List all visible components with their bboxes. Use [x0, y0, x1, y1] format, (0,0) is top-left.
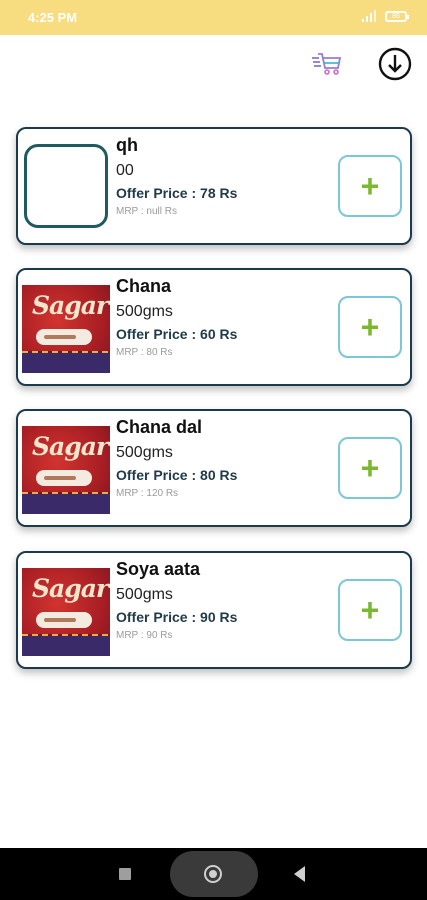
- product-card: Sagar Chana dal 500gms Offer Price : 80 …: [16, 409, 412, 527]
- product-offer-price: Offer Price : 90 Rs: [116, 609, 238, 625]
- product-card: Sagar Chana 500gms Offer Price : 60 Rs M…: [16, 268, 412, 386]
- product-image: Sagar: [22, 285, 110, 373]
- product-name: qh: [116, 135, 138, 155]
- plus-icon: +: [360, 309, 380, 345]
- product-card: Sagar Soya aata 500gms Offer Price : 90 …: [16, 551, 412, 669]
- plus-icon: +: [360, 168, 380, 204]
- pack-band: [22, 494, 110, 514]
- add-to-cart-button[interactable]: +: [338, 155, 402, 217]
- pack-band: [22, 353, 110, 373]
- pack-logo: Sagar: [32, 291, 109, 320]
- product-quantity: 500gms: [116, 303, 173, 320]
- signal-icon: [362, 10, 376, 22]
- home-button[interactable]: [204, 865, 222, 883]
- product-quantity: 500gms: [116, 444, 173, 461]
- product-offer-price: Offer Price : 80 Rs: [116, 467, 238, 483]
- product-mrp: MRP : null Rs: [116, 206, 177, 217]
- battery-icon: 86: [385, 10, 409, 22]
- system-nav-bar: [0, 848, 427, 900]
- battery-level: 86: [392, 12, 400, 20]
- pack-label: [36, 470, 92, 486]
- product-name: Chana dal: [116, 417, 203, 437]
- status-icons: 86: [361, 9, 409, 23]
- cart-fast-icon[interactable]: [310, 50, 342, 78]
- product-mrp: MRP : 90 Rs: [116, 630, 173, 641]
- product-quantity: 00: [116, 162, 134, 179]
- add-to-cart-button[interactable]: +: [338, 579, 402, 641]
- product-name: Chana: [116, 276, 172, 296]
- product-offer-price: Offer Price : 60 Rs: [116, 326, 238, 342]
- product-mrp: MRP : 120 Rs: [116, 488, 179, 499]
- product-card: qh 00 Offer Price : 78 Rs MRP : null Rs …: [16, 127, 412, 245]
- plus-icon: +: [360, 592, 380, 628]
- pack-label: [36, 612, 92, 628]
- product-mrp: MRP : 80 Rs: [116, 347, 173, 358]
- product-name: Soya aata: [116, 559, 201, 579]
- plus-icon: +: [360, 450, 380, 486]
- pack-label: [36, 329, 92, 345]
- product-image: Sagar: [22, 568, 110, 656]
- add-to-cart-button[interactable]: +: [338, 296, 402, 358]
- back-button[interactable]: [294, 866, 305, 882]
- pack-logo: Sagar: [32, 574, 109, 603]
- product-image-placeholder: [24, 144, 108, 228]
- status-time: 4:25 PM: [28, 10, 78, 25]
- recents-button[interactable]: [119, 868, 131, 880]
- download-circle-icon[interactable]: [377, 46, 413, 82]
- pack-band: [22, 636, 110, 656]
- status-bar: 4:25 PM 86: [0, 0, 427, 35]
- product-quantity: 500gms: [116, 586, 173, 603]
- product-offer-price: Offer Price : 78 Rs: [116, 185, 238, 201]
- product-image: Sagar: [22, 426, 110, 514]
- pack-logo: Sagar: [32, 432, 109, 461]
- add-to-cart-button[interactable]: +: [338, 437, 402, 499]
